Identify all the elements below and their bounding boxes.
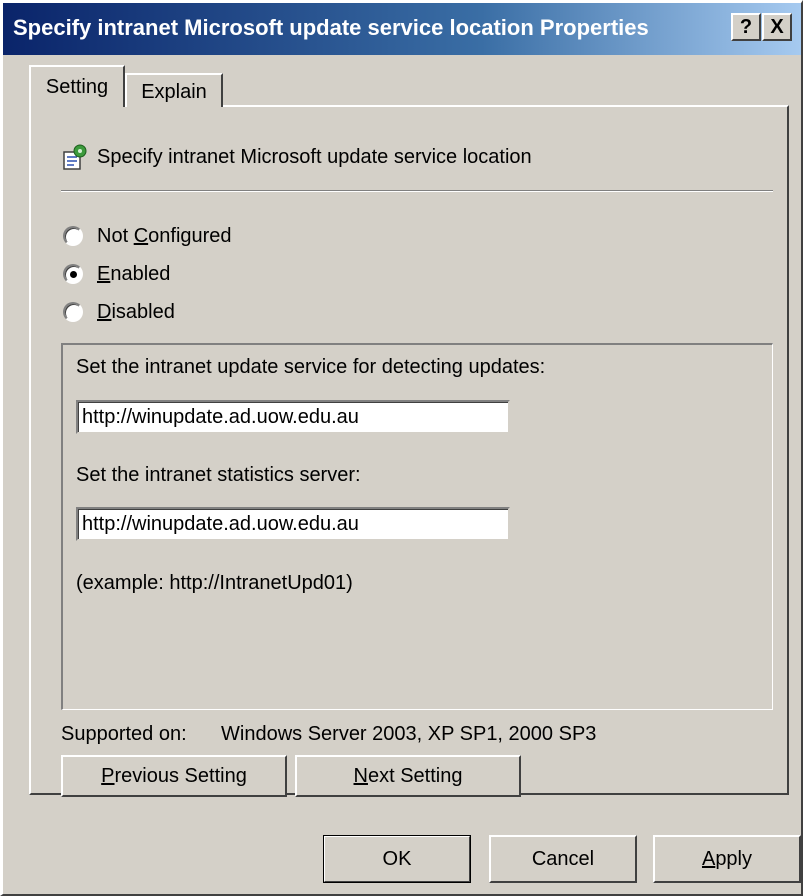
policy-setting-icon xyxy=(63,144,87,170)
policy-title: Specify intranet Microsoft update servic… xyxy=(97,146,532,168)
cancel-button[interactable]: Cancel xyxy=(489,835,637,883)
radio-not-configured-label[interactable]: Not Configured xyxy=(97,225,232,248)
tab-explain-label: Explain xyxy=(141,81,207,103)
radio-not-configured[interactable] xyxy=(63,226,83,246)
supported-on-value: Windows Server 2003, XP SP1, 2000 SP3 xyxy=(221,723,597,745)
supported-on-label: Supported on: xyxy=(61,723,187,745)
previous-setting-button[interactable]: Previous Setting xyxy=(61,755,287,797)
tab-setting[interactable]: Setting xyxy=(29,65,125,107)
radio-enabled-label[interactable]: Enabled xyxy=(97,263,170,286)
statistics-server-label: Set the intranet statistics server: xyxy=(76,464,361,486)
ok-button[interactable]: OK xyxy=(323,835,471,883)
example-hint: (example: http://IntranetUpd01) xyxy=(76,572,353,594)
update-service-input[interactable] xyxy=(76,400,510,434)
tab-explain[interactable]: Explain xyxy=(125,73,223,107)
help-button[interactable]: ? xyxy=(731,13,761,41)
update-service-label: Set the intranet update service for dete… xyxy=(76,356,546,378)
properties-dialog: Specify intranet Microsoft update servic… xyxy=(0,0,803,896)
window-title: Specify intranet Microsoft update servic… xyxy=(13,15,649,40)
radio-disabled-label[interactable]: Disabled xyxy=(97,301,175,324)
radio-disabled[interactable] xyxy=(63,302,83,322)
tab-setting-label: Setting xyxy=(45,76,109,98)
radio-enabled[interactable] xyxy=(63,264,83,284)
separator-highlight xyxy=(61,191,773,192)
statistics-server-input[interactable] xyxy=(76,507,510,541)
close-button[interactable]: X xyxy=(762,13,792,41)
title-bar[interactable]: Specify intranet Microsoft update servic… xyxy=(3,3,801,55)
next-setting-button[interactable]: Next Setting xyxy=(295,755,521,797)
radio-selected-dot xyxy=(70,271,77,278)
apply-button[interactable]: Apply xyxy=(653,835,801,883)
